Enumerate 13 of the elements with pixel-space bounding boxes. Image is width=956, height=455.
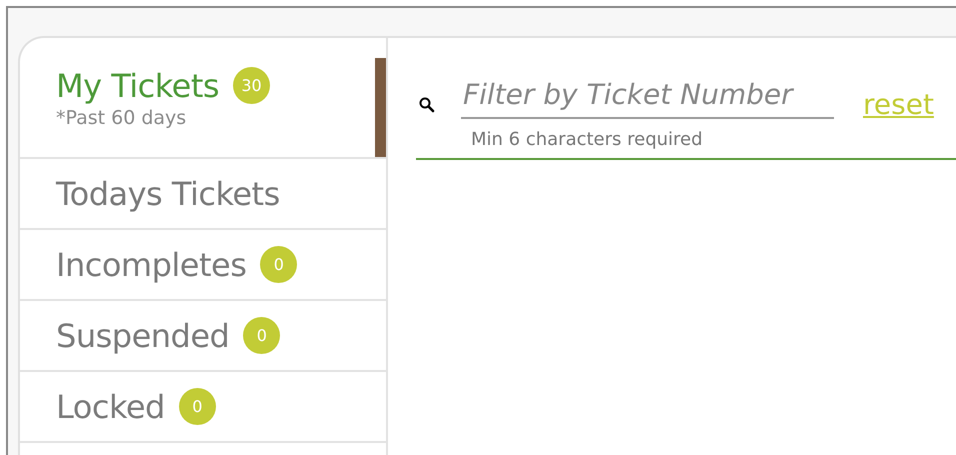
sidebar-item[interactable]: Locked 0 xyxy=(20,372,386,441)
sidebar-item[interactable]: Suspended 0 xyxy=(20,301,386,370)
date-range-note: *Past 60 days xyxy=(56,106,188,128)
sidebar-item[interactable]: My Tickets 30 *Past 60 days xyxy=(20,38,375,157)
ticket-number-field[interactable]: Filter by Ticket Number xyxy=(461,74,834,119)
sidebar-item[interactable]: Todays Tickets xyxy=(20,159,386,228)
search-icon xyxy=(418,96,436,114)
count-badge: 0 xyxy=(178,388,216,425)
field-hint: Min 6 characters required xyxy=(471,129,704,150)
count-badge: 30 xyxy=(233,67,270,104)
count-badge: 0 xyxy=(243,317,280,354)
sidebar-item[interactable]: Incompletes 0 xyxy=(20,230,386,299)
count-badge: 0 xyxy=(260,246,298,283)
